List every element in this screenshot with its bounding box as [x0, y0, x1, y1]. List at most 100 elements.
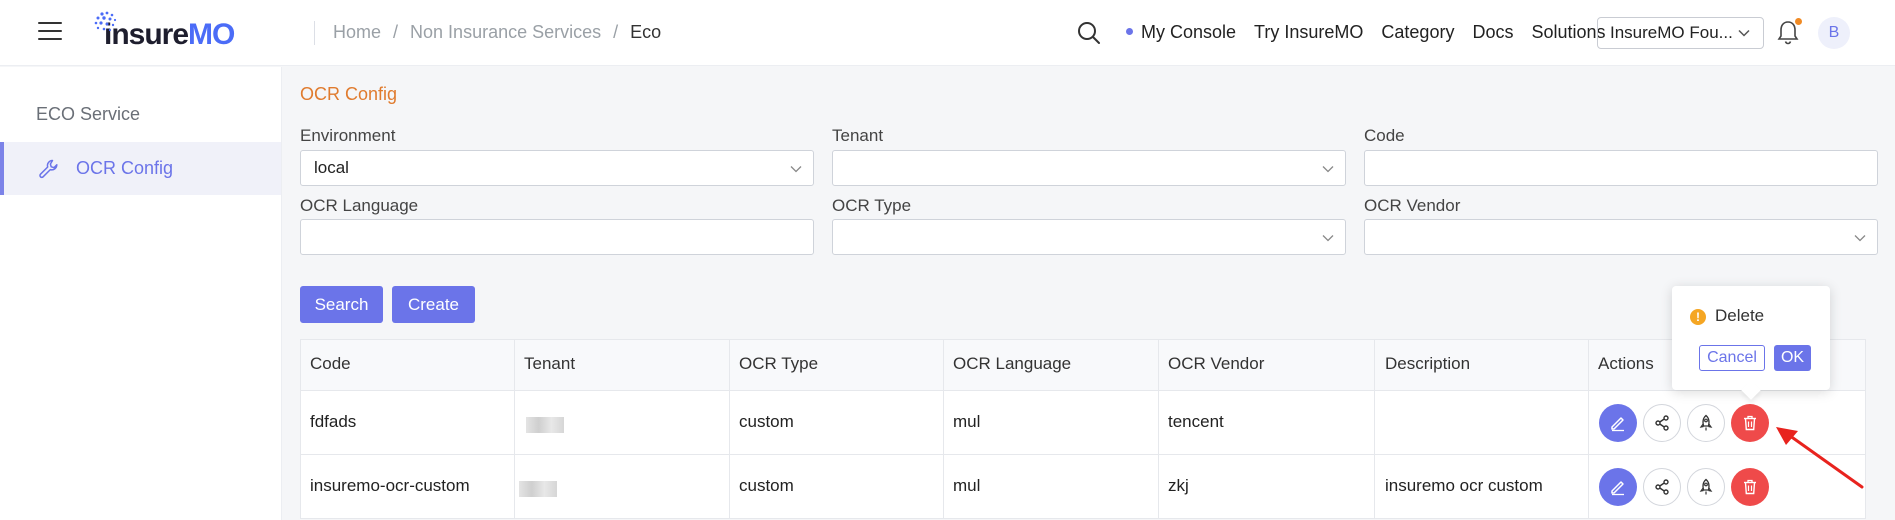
column-divider [1588, 339, 1589, 519]
column-divider [943, 339, 944, 519]
column-header-tenant: Tenant [524, 354, 576, 373]
popconfirm-cancel-button[interactable]: Cancel [1699, 345, 1765, 371]
table-row: fdfads custom mul tencent [300, 391, 1866, 455]
insuremo-logo[interactable]: insureMO [88, 10, 235, 54]
share-button[interactable] [1643, 404, 1681, 442]
main-content: OCR Config Environment local Tenant Code… [282, 67, 1895, 520]
column-divider [1374, 339, 1375, 519]
column-divider [514, 339, 515, 519]
environment-select-value: local [314, 158, 349, 177]
tenant-redacted [519, 481, 557, 497]
warning-icon: ! [1690, 309, 1706, 325]
table-header: Code Tenant OCR Type OCR Language OCR Ve… [300, 339, 1866, 391]
share-icon [1655, 479, 1669, 495]
sidebar-item-label: OCR Config [76, 158, 174, 178]
breadcrumb-non-insurance-services[interactable]: Non Insurance Services [410, 22, 601, 43]
chevron-down-icon [1854, 235, 1866, 242]
column-header-actions: Actions [1598, 354, 1654, 373]
ocr-type-label: OCR Type [832, 196, 912, 215]
code-label: Code [1364, 126, 1405, 145]
tenant-redacted [526, 417, 564, 433]
sidebar-item-ocr-config[interactable]: OCR Config [0, 142, 281, 195]
top-header: insureMO Home / Non Insurance Services /… [0, 0, 1895, 66]
environment-label: Environment [300, 126, 396, 145]
header-divider [314, 21, 315, 45]
menu-icon[interactable] [38, 22, 62, 42]
chevron-down-icon [1738, 29, 1750, 37]
column-divider [729, 339, 730, 519]
edit-button[interactable] [1599, 468, 1637, 506]
rocket-icon [1699, 414, 1713, 431]
search-icon[interactable] [1076, 20, 1102, 46]
share-button[interactable] [1643, 468, 1681, 506]
nav-solutions[interactable]: Solutions [1531, 22, 1605, 43]
cell-code: fdfads [310, 412, 357, 431]
chevron-down-icon [1322, 166, 1334, 173]
organization-select[interactable]: InsureMO Fou... [1597, 17, 1764, 49]
deploy-button[interactable] [1687, 404, 1725, 442]
share-icon [1655, 415, 1669, 431]
popconfirm-ok-button[interactable]: OK [1774, 345, 1811, 371]
create-button[interactable]: Create [392, 286, 475, 323]
cell-ocr-language: mul [953, 476, 981, 495]
page-title: OCR Config [300, 84, 398, 104]
nav-try-insuremo[interactable]: Try InsureMO [1254, 22, 1363, 43]
cell-description: insuremo ocr custom [1385, 476, 1543, 495]
top-nav: My Console Try InsureMO Category Docs So… [1126, 22, 1606, 43]
rocket-icon [1699, 478, 1713, 495]
nav-docs[interactable]: Docs [1472, 22, 1513, 43]
ocr-vendor-select[interactable] [1364, 219, 1878, 255]
organization-select-value: InsureMO Fou... [1610, 23, 1733, 42]
tenant-label: Tenant [832, 126, 884, 145]
logo-dots-icon [94, 11, 117, 32]
column-divider [1158, 339, 1159, 519]
annotation-arrow-icon [1776, 427, 1864, 489]
ocr-config-table: Code Tenant OCR Type OCR Language OCR Ve… [300, 339, 1866, 519]
trash-icon [1744, 415, 1756, 431]
cell-code: insuremo-ocr-custom [310, 476, 470, 495]
ocr-language-input[interactable] [300, 219, 814, 255]
ocr-type-select[interactable] [832, 219, 1346, 255]
cell-ocr-type: custom [739, 476, 794, 495]
search-button[interactable]: Search [300, 286, 383, 323]
nav-category[interactable]: Category [1381, 22, 1454, 43]
notification-badge [1795, 18, 1802, 25]
deploy-button[interactable] [1687, 468, 1725, 506]
chevron-down-icon [790, 166, 802, 173]
ocr-language-label: OCR Language [300, 196, 419, 215]
column-header-ocr-language: OCR Language [953, 354, 1072, 373]
pencil-icon [1611, 481, 1624, 496]
pencil-icon [1611, 417, 1624, 432]
notification-bell-icon[interactable] [1776, 18, 1802, 46]
code-input[interactable] [1364, 150, 1878, 186]
breadcrumb-separator: / [393, 22, 399, 42]
table-row: insuremo-ocr-custom custom mul zkj insur… [300, 455, 1866, 519]
sidebar: ECO Service OCR Config [0, 67, 282, 520]
column-header-ocr-type: OCR Type [739, 354, 819, 373]
environment-select[interactable]: local [300, 150, 814, 186]
wrench-icon [39, 159, 58, 179]
column-header-code: Code [310, 354, 351, 373]
breadcrumb-separator: / [613, 22, 619, 42]
popconfirm-message: Delete [1715, 306, 1765, 325]
console-dot-icon [1126, 27, 1133, 35]
column-header-ocr-vendor: OCR Vendor [1168, 354, 1265, 373]
user-avatar[interactable]: B [1818, 17, 1850, 49]
nav-my-console[interactable]: My Console [1126, 22, 1236, 43]
delete-popconfirm: ! Delete Cancel OK [1672, 286, 1830, 400]
sidebar-group-eco-service[interactable]: ECO Service [36, 104, 140, 125]
tenant-select[interactable] [832, 150, 1346, 186]
cell-ocr-vendor: tencent [1168, 412, 1224, 431]
breadcrumb-home[interactable]: Home [333, 22, 381, 43]
delete-button[interactable] [1731, 468, 1769, 506]
chevron-down-icon [1322, 235, 1334, 242]
delete-button[interactable] [1731, 404, 1769, 442]
ocr-vendor-label: OCR Vendor [1364, 196, 1461, 215]
logo-text: insureMO [104, 18, 235, 51]
column-header-description: Description [1385, 354, 1471, 373]
edit-button[interactable] [1599, 404, 1637, 442]
cell-ocr-vendor: zkj [1168, 476, 1189, 495]
breadcrumb-eco: Eco [630, 22, 662, 42]
cell-ocr-type: custom [739, 412, 794, 431]
breadcrumb: Home / Non Insurance Services / Eco [333, 22, 661, 43]
